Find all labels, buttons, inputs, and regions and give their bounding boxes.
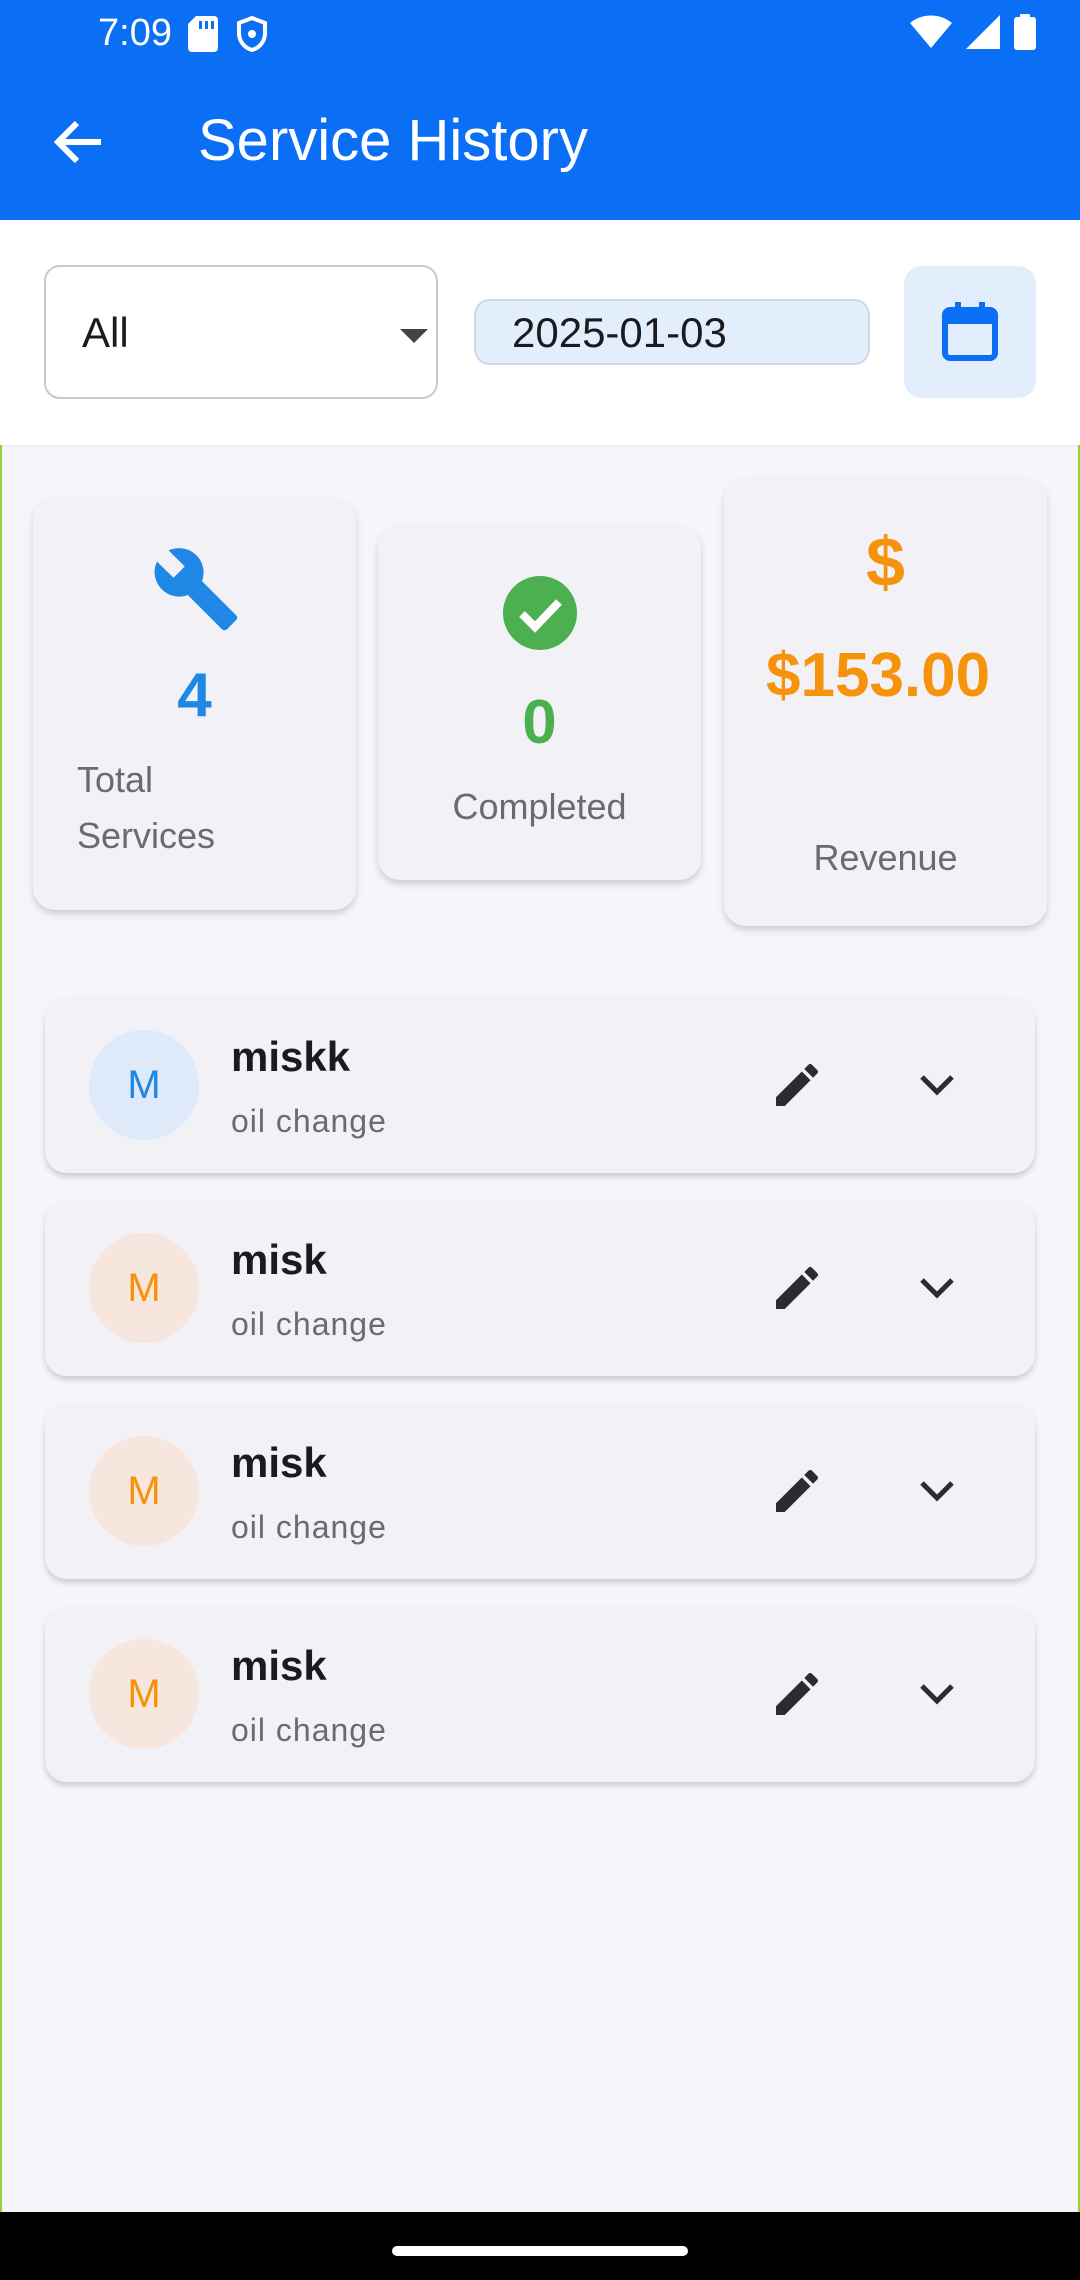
edit-button[interactable] bbox=[757, 1248, 837, 1328]
customer-name: miskk bbox=[231, 1033, 351, 1080]
avatar: M bbox=[89, 1030, 199, 1140]
avatar: M bbox=[89, 1233, 199, 1343]
pencil-icon bbox=[776, 1469, 819, 1512]
avatar: M bbox=[89, 1639, 199, 1749]
pencil-icon bbox=[776, 1672, 819, 1715]
service-type: oil change bbox=[231, 1306, 387, 1342]
service-type: oil change bbox=[231, 1103, 387, 1139]
shield-icon bbox=[237, 16, 267, 52]
stat-card-total-services: 4 Total Services bbox=[33, 498, 356, 910]
filter-bar: All 2025-01-03 bbox=[0, 220, 1080, 445]
stat-card-completed: 0 Completed bbox=[378, 525, 701, 880]
service-list-item[interactable]: Mmisk oil change bbox=[45, 1606, 1035, 1782]
customer-name: misk bbox=[231, 1642, 327, 1689]
edit-button[interactable] bbox=[757, 1045, 837, 1125]
chevron-down-icon bbox=[920, 1481, 954, 1502]
date-field[interactable]: 2025-01-03 bbox=[474, 299, 870, 365]
total-services-label: Total Services bbox=[77, 759, 216, 856]
chevron-down-icon bbox=[920, 1278, 954, 1299]
back-button[interactable] bbox=[40, 104, 116, 180]
avatar-initial: M bbox=[127, 1062, 161, 1107]
revenue-amount: $153.00 bbox=[766, 641, 991, 710]
avatar-initial: M bbox=[127, 1265, 161, 1310]
arrow-back-icon bbox=[53, 120, 101, 164]
status-filter-value: All bbox=[82, 309, 129, 356]
status-time: 7:09 bbox=[98, 12, 172, 54]
service-type: oil change bbox=[231, 1712, 387, 1748]
app-bar: 7:09 Service History bbox=[0, 0, 1080, 220]
wrench-icon bbox=[154, 548, 238, 631]
home-gesture-handle[interactable] bbox=[392, 2246, 688, 2256]
customer-name: misk bbox=[231, 1439, 327, 1486]
caret-down-icon bbox=[400, 329, 428, 343]
status-right-icons bbox=[910, 14, 1036, 50]
check-circle-icon bbox=[503, 576, 577, 650]
calendar-button[interactable] bbox=[904, 266, 1036, 398]
expand-button[interactable] bbox=[897, 1654, 977, 1734]
pencil-icon bbox=[776, 1063, 819, 1106]
stat-card-revenue: $ $153.00 Revenue bbox=[724, 478, 1047, 926]
total-services-count: 4 bbox=[177, 661, 212, 730]
status-filter-dropdown[interactable]: All bbox=[44, 265, 438, 399]
calendar-icon bbox=[942, 302, 998, 361]
avatar-initial: M bbox=[127, 1468, 161, 1513]
chevron-down-icon bbox=[920, 1684, 954, 1705]
status-left-icons bbox=[188, 16, 268, 52]
completed-label: Completed bbox=[452, 786, 627, 827]
date-value: 2025-01-03 bbox=[512, 309, 727, 356]
dollar-icon: $ bbox=[866, 523, 905, 601]
edit-button[interactable] bbox=[757, 1451, 837, 1531]
customer-name: misk bbox=[231, 1236, 327, 1283]
service-type: oil change bbox=[231, 1509, 387, 1545]
expand-button[interactable] bbox=[897, 1045, 977, 1125]
avatar: M bbox=[89, 1436, 199, 1546]
service-list-item[interactable]: Mmiskk oil change bbox=[45, 997, 1035, 1173]
chevron-down-icon bbox=[920, 1075, 954, 1096]
signal-icon bbox=[966, 15, 1000, 49]
edit-button[interactable] bbox=[757, 1654, 837, 1734]
service-list-item[interactable]: Mmisk oil change bbox=[45, 1200, 1035, 1376]
sd-card-icon bbox=[188, 16, 218, 52]
expand-button[interactable] bbox=[897, 1248, 977, 1328]
system-nav-bar bbox=[0, 2212, 1080, 2280]
completed-count: 0 bbox=[522, 688, 557, 757]
expand-button[interactable] bbox=[897, 1451, 977, 1531]
page-title: Service History bbox=[198, 108, 588, 173]
battery-icon bbox=[1014, 14, 1036, 50]
revenue-label: Revenue bbox=[813, 837, 958, 878]
avatar-initial: M bbox=[127, 1671, 161, 1716]
wifi-icon bbox=[910, 15, 952, 48]
pencil-icon bbox=[776, 1266, 819, 1309]
service-list-item[interactable]: Mmisk oil change bbox=[45, 1403, 1035, 1579]
